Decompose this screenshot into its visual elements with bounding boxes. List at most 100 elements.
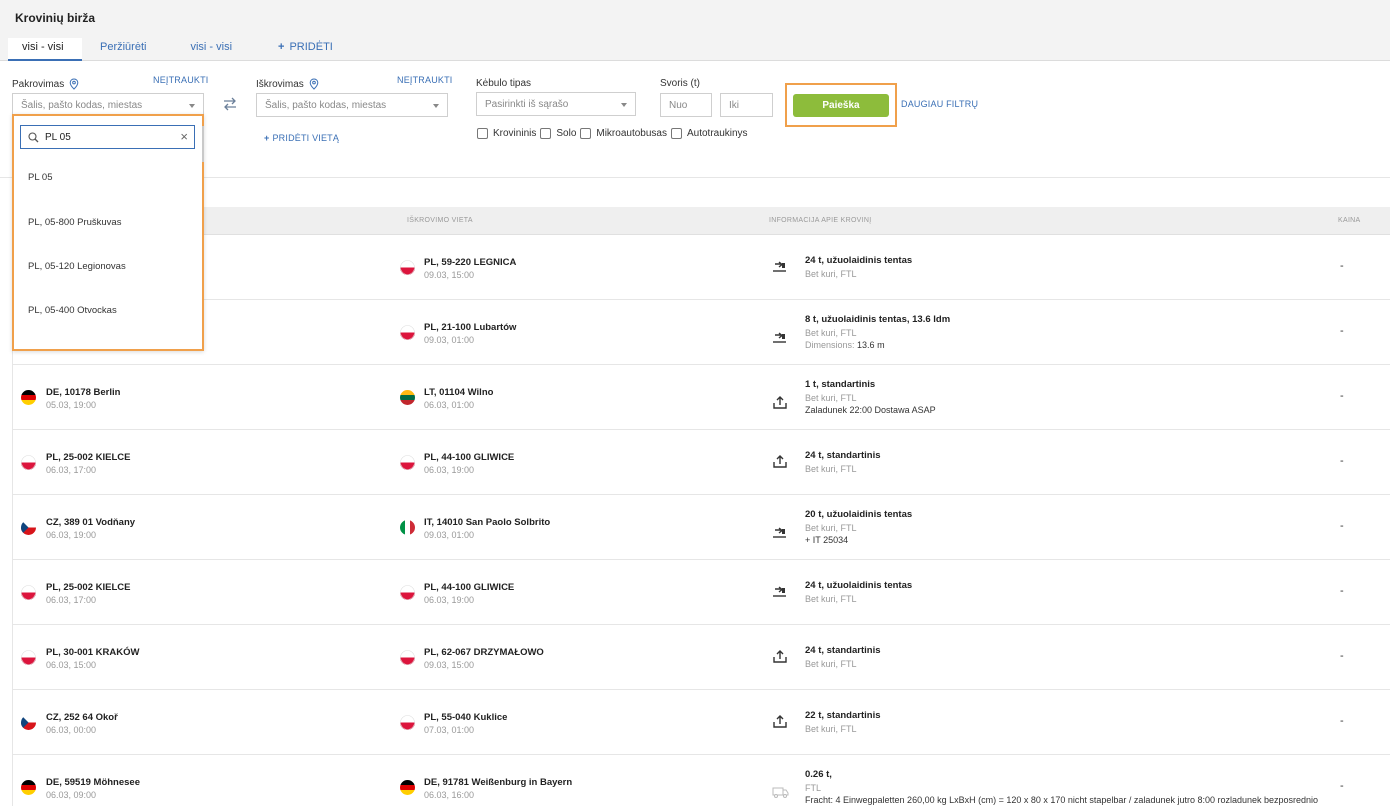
dropdown-option[interactable]: PL, 05-800 Pruškuvas <box>28 217 121 228</box>
load-top-icon <box>772 395 788 409</box>
body-type-placeholder: Pasirinkti iš sąrašo <box>485 99 569 110</box>
dropdown-option[interactable]: PL, 05-400 Otvockas <box>28 305 117 316</box>
flag-cz-icon <box>21 715 36 730</box>
unloading-select[interactable]: Šalis, pašto kodas, miestas <box>256 93 448 117</box>
loading-place: DE, 10178 Berlin <box>46 387 121 398</box>
dropdown-search-input[interactable]: PL 05 × <box>20 125 195 149</box>
unloading-place: PL, 59-220 LEGNICA <box>424 257 517 268</box>
loading-label: Pakrovimas <box>12 78 79 93</box>
price-value: - <box>1340 585 1344 597</box>
table-row[interactable]: PL, 25-002 KIELCE 06.03, 17:00 PL, 44-100 … <box>12 430 1390 495</box>
header-price: KAINA <box>1338 217 1361 224</box>
caret-down-icon <box>621 103 627 107</box>
table-header: IŠKROVIMO VIETA INFORMACIJA APIE KROVINĮ… <box>12 207 1390 235</box>
weight-label: Svoris (t) <box>660 78 700 89</box>
flag-it-icon <box>400 520 415 535</box>
tab-bar: visi - visi Peržiūrėti visi - visi + PRID… <box>8 38 347 61</box>
unloading-place: PL, 44-100 GLIWICE <box>424 582 515 593</box>
tab-visi-visi[interactable]: visi - visi <box>176 38 264 61</box>
unloading-place: IT, 14010 San Paolo Solbrito <box>424 517 551 528</box>
cargo-title: 20 t, užuolaidinis tentas <box>805 509 913 520</box>
search-button[interactable]: Paieška <box>793 94 889 117</box>
unloading-place: LT, 01104 Wilno <box>424 387 494 398</box>
table-row[interactable]: PL, 25-002 KIELCE 06.03, 17:00 PL, 44-100 … <box>12 560 1390 625</box>
checkbox-box[interactable] <box>670 128 682 139</box>
add-place-link[interactable]: + PRIDĖTI VIETĄ <box>264 133 339 143</box>
checkbox-mikroautobusas[interactable]: Mikroautobusas <box>580 128 667 139</box>
cargo-subtitle: Bet kuri, FTL <box>805 523 857 533</box>
flag-pl-icon <box>400 585 415 600</box>
unloading-label: Iškrovimas <box>256 78 319 93</box>
top-bar: Krovinių birža visi - visi Peržiūrėti vi… <box>0 0 1390 61</box>
cargo-extra-value: Fracht: 4 Einwegpaletten 260,00 kg LxBxH… <box>805 795 1319 805</box>
cargo-subtitle: Bet kuri, FTL <box>805 328 857 338</box>
unloading-exclude-link[interactable]: NEĮTRAUKTI <box>397 75 453 85</box>
cargo-title: 8 t, užuolaidinis tentas, 13.6 ldm <box>805 314 951 325</box>
loading-place: PL, 30-001 KRAKÓW <box>46 647 140 658</box>
flag-de-icon <box>21 390 36 405</box>
loading-exclude-link[interactable]: NEĮTRAUKTI <box>153 75 209 85</box>
price-value: - <box>1340 325 1344 337</box>
loading-date: 06.03, 09:00 <box>46 790 97 800</box>
checkbox-label: Krovininis <box>493 128 537 139</box>
loading-select-placeholder: Šalis, pašto kodas, miestas <box>21 100 143 111</box>
weight-from-input[interactable]: Nuo <box>660 93 712 117</box>
cargo-title: 24 t, užuolaidinis tentas <box>805 255 913 266</box>
loading-date: 05.03, 19:00 <box>46 400 97 410</box>
close-icon[interactable]: × <box>180 129 188 144</box>
load-side-icon <box>772 330 788 344</box>
loading-date: 06.03, 17:00 <box>46 465 97 475</box>
checkbox-krovininis[interactable]: Krovininis <box>477 128 536 139</box>
checkbox-box[interactable] <box>580 128 592 139</box>
table-row[interactable]: PL, 30-001 KRAKÓW 06.03, 15:00 PL, 62-067 … <box>12 625 1390 690</box>
table-row[interactable]: PL, 59-220 LEGNICA 09.03, 15:00 24 t, užuo… <box>12 235 1390 300</box>
checkbox-box[interactable] <box>477 128 488 139</box>
add-place-label: PRIDĖTI VIETĄ <box>272 133 340 143</box>
map-pin-icon <box>69 78 79 93</box>
flag-lt-icon <box>400 390 415 405</box>
cargo-title: 0.26 t, <box>805 769 832 780</box>
table-row[interactable]: DE, 10178 Berlin 05.03, 19:00 LT, 01104 Wi… <box>12 365 1390 430</box>
tab-add[interactable]: + PRIDĖTI <box>264 38 347 61</box>
tab-perziureti[interactable]: Peržiūrėti <box>82 38 176 61</box>
table-row[interactable]: CZ, 389 01 Vodňany 06.03, 19:00 IT, 14010 … <box>12 495 1390 560</box>
flag-pl-icon <box>21 455 36 470</box>
location-dropdown: PL 05 × PL 05 PL, 05-800 Pruškuvas PL, 0… <box>12 114 204 351</box>
cargo-subtitle: Bet kuri, FTL <box>805 594 857 604</box>
dropdown-search-value: PL 05 <box>45 132 71 143</box>
dropdown-option[interactable]: PL, 05-120 Legionovas <box>28 261 126 272</box>
table-row[interactable]: CZ, 252 64 Okoř 06.03, 00:00 PL, 55-040 Ku… <box>12 690 1390 755</box>
unloading-place: PL, 62-067 DRZYMAŁOWO <box>424 647 544 658</box>
table-row[interactable]: DE, 59519 Möhnesee 06.03, 09:00 DE, 91781 … <box>12 755 1390 806</box>
unloading-place: PL, 21-100 Lubartów <box>424 322 517 333</box>
cargo-extra-label: Dimensions: <box>805 340 855 350</box>
loading-date: 06.03, 00:00 <box>46 725 97 735</box>
header-cargo-info: INFORMACIJA APIE KROVINĮ <box>769 217 872 224</box>
checkbox-autotraukinys[interactable]: Autotraukinys <box>670 128 748 139</box>
swap-icon[interactable] <box>222 96 238 112</box>
unloading-place: DE, 91781 Weißenburg in Bayern <box>424 777 573 788</box>
flag-cz-icon <box>21 520 36 535</box>
dropdown-option[interactable]: PL 05 <box>28 172 52 183</box>
weight-to-input[interactable]: Iki <box>720 93 773 117</box>
price-value: - <box>1340 390 1344 402</box>
checkbox-box[interactable] <box>540 128 552 139</box>
checkbox-label: Mikroautobusas <box>596 128 667 139</box>
plus-icon: + <box>278 41 285 53</box>
price-value: - <box>1340 715 1344 727</box>
loading-place: CZ, 389 01 Vodňany <box>46 517 136 528</box>
body-type-select[interactable]: Pasirinkti iš sąrašo <box>476 92 636 116</box>
flag-pl-icon <box>400 260 415 275</box>
more-filters-link[interactable]: DAUGIAU FILTRŲ <box>901 99 978 109</box>
table-row[interactable]: PL, 21-100 Lubartów 09.03, 01:00 8 t, užuo… <box>12 300 1390 365</box>
checkbox-solo[interactable]: Solo <box>540 128 576 139</box>
cargo-extra: Fracht: 4 Einwegpaletten 260,00 kg LxBxH… <box>805 795 1318 805</box>
dropdown-scrollbar[interactable] <box>202 126 204 162</box>
unloading-date: 07.03, 01:00 <box>424 725 475 735</box>
cargo-title: 24 t, užuolaidinis tentas <box>805 580 913 591</box>
loading-date: 06.03, 15:00 <box>46 660 97 670</box>
flag-pl-icon <box>21 650 36 665</box>
loading-label-text: Pakrovimas <box>12 79 65 90</box>
flag-pl-icon <box>21 585 36 600</box>
tab-visi-visi-active[interactable]: visi - visi <box>8 38 82 61</box>
